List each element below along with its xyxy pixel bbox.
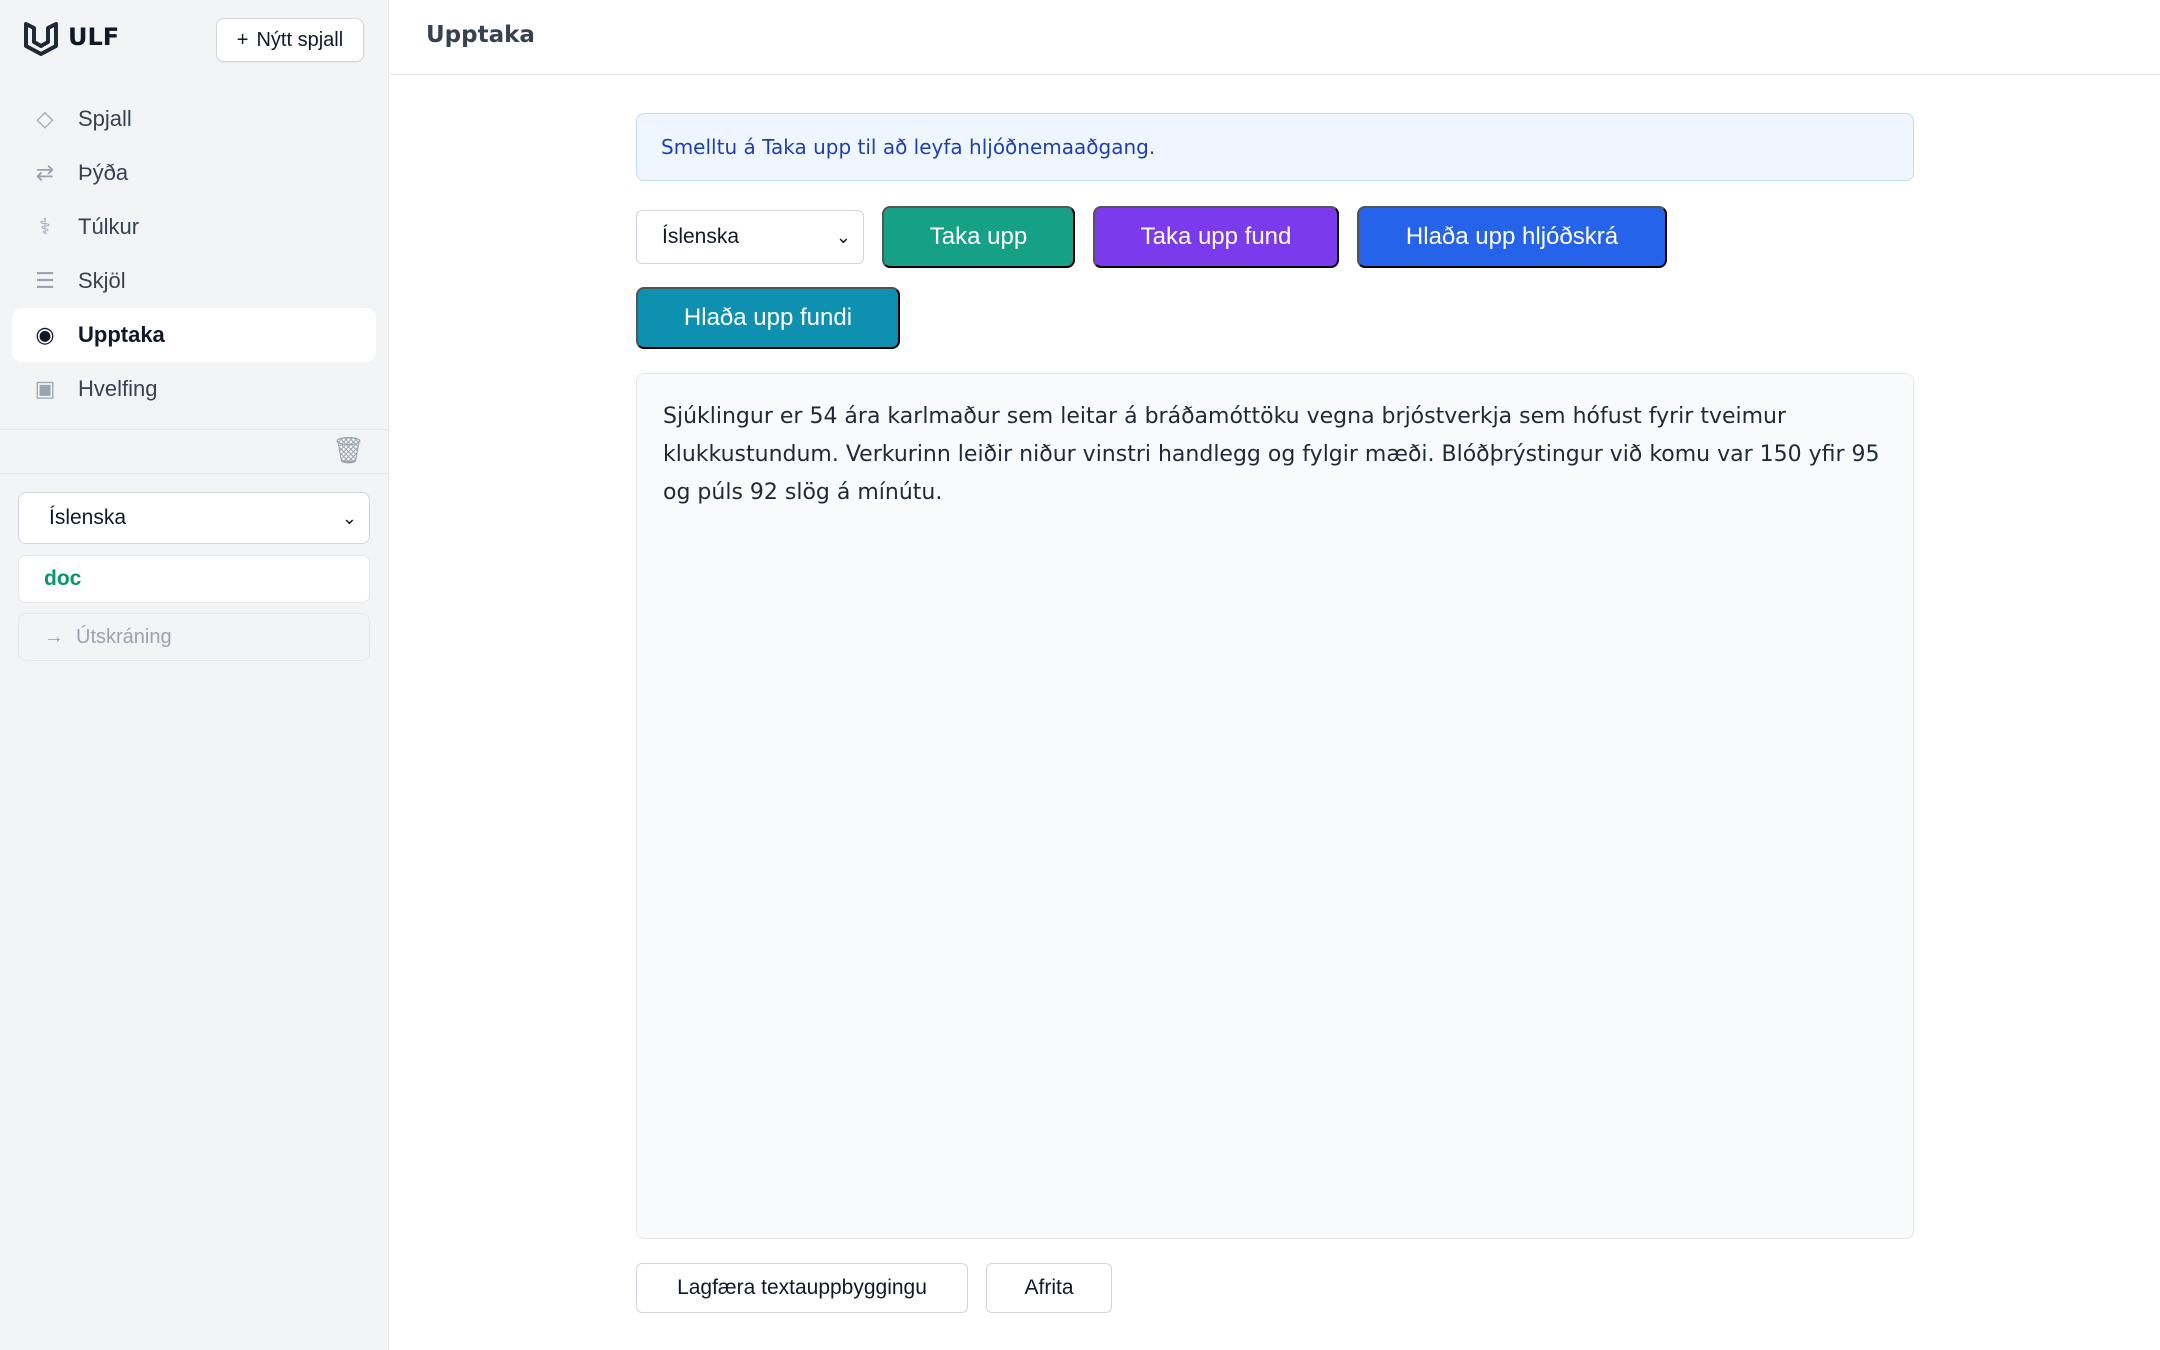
logout-button[interactable]: → Útskráning (18, 613, 370, 661)
chevron-down-icon: ⌄ (341, 507, 357, 529)
trash-icon[interactable]: 🗑 (332, 436, 365, 466)
sidebar-language-value: Íslenska (49, 506, 127, 529)
new-chat-button[interactable]: + Nýtt spjall (216, 18, 364, 62)
sidebar-item-label: Hvelfing (78, 376, 158, 401)
transcript-textarea[interactable]: Sjúklingur er 54 ára karlmaður sem leita… (636, 373, 1914, 1239)
upload-meeting-button[interactable]: Hlaða upp fundi (636, 287, 900, 349)
sidebar-item-hvelfing[interactable]: ▣ Hvelfing (12, 362, 376, 416)
sidebar-item-thyda[interactable]: ⇄ Þýða (12, 146, 376, 200)
logout-label: Útskráning (76, 625, 172, 648)
sidebar-language-select[interactable]: Íslenska ⌄ (18, 492, 370, 544)
brand[interactable]: ULF (22, 18, 119, 56)
language-select[interactable]: Íslenska ⌄ (636, 210, 864, 264)
page-title: Upptaka (426, 22, 535, 48)
user-name: doc (18, 555, 370, 603)
diamond-icon: ◇ (36, 106, 54, 132)
sidebar-item-label: Spjall (78, 106, 132, 131)
app-name: ULF (68, 23, 120, 51)
record-meeting-button[interactable]: Taka upp fund (1093, 206, 1339, 268)
record-button[interactable]: Taka upp (882, 206, 1075, 268)
divider (0, 429, 389, 430)
new-chat-label: Nýtt spjall (256, 28, 344, 51)
chevron-down-icon: ⌄ (835, 226, 851, 248)
info-banner: Smelltu á Taka upp til að leyfa hljóðnem… (636, 113, 1914, 181)
divider (0, 473, 389, 474)
vault-icon: ▣ (34, 376, 56, 402)
sidebar: ULF + Nýtt spjall ◇ Spjall ⇄ Þýða ⚕ Túlk… (0, 0, 389, 1350)
sidebar-item-spjall[interactable]: ◇ Spjall (12, 92, 376, 146)
arrow-right-icon: → (44, 625, 64, 648)
plus-icon: + (236, 28, 249, 51)
ulf-logo-icon (22, 18, 60, 56)
list-icon: ☰ (35, 268, 55, 294)
sidebar-item-label: Skjöl (78, 268, 126, 293)
language-value: Íslenska (662, 225, 740, 248)
sidebar-item-tulkur[interactable]: ⚕ Túlkur (12, 200, 376, 254)
sidebar-item-upptaka[interactable]: ◉ Upptaka (12, 308, 376, 362)
sidebar-item-label: Þýða (78, 160, 129, 185)
sidebar-item-label: Túlkur (78, 214, 140, 239)
sidebar-nav: ◇ Spjall ⇄ Þýða ⚕ Túlkur ☰ Skjöl ◉ Uppta… (12, 92, 376, 416)
caduceus-icon: ⚕ (39, 214, 51, 240)
copy-button[interactable]: Afrita (986, 1263, 1112, 1313)
sidebar-item-skjol[interactable]: ☰ Skjöl (12, 254, 376, 308)
record-icon: ◉ (35, 322, 55, 348)
upload-audio-button[interactable]: Hlaða upp hljóðskrá (1357, 206, 1667, 268)
sidebar-item-label: Upptaka (78, 322, 165, 347)
fix-structure-button[interactable]: Lagfæra textauppbyggingu (636, 1263, 968, 1313)
swap-arrows-icon: ⇄ (35, 160, 55, 186)
top-bar: Upptaka (390, 0, 2160, 75)
